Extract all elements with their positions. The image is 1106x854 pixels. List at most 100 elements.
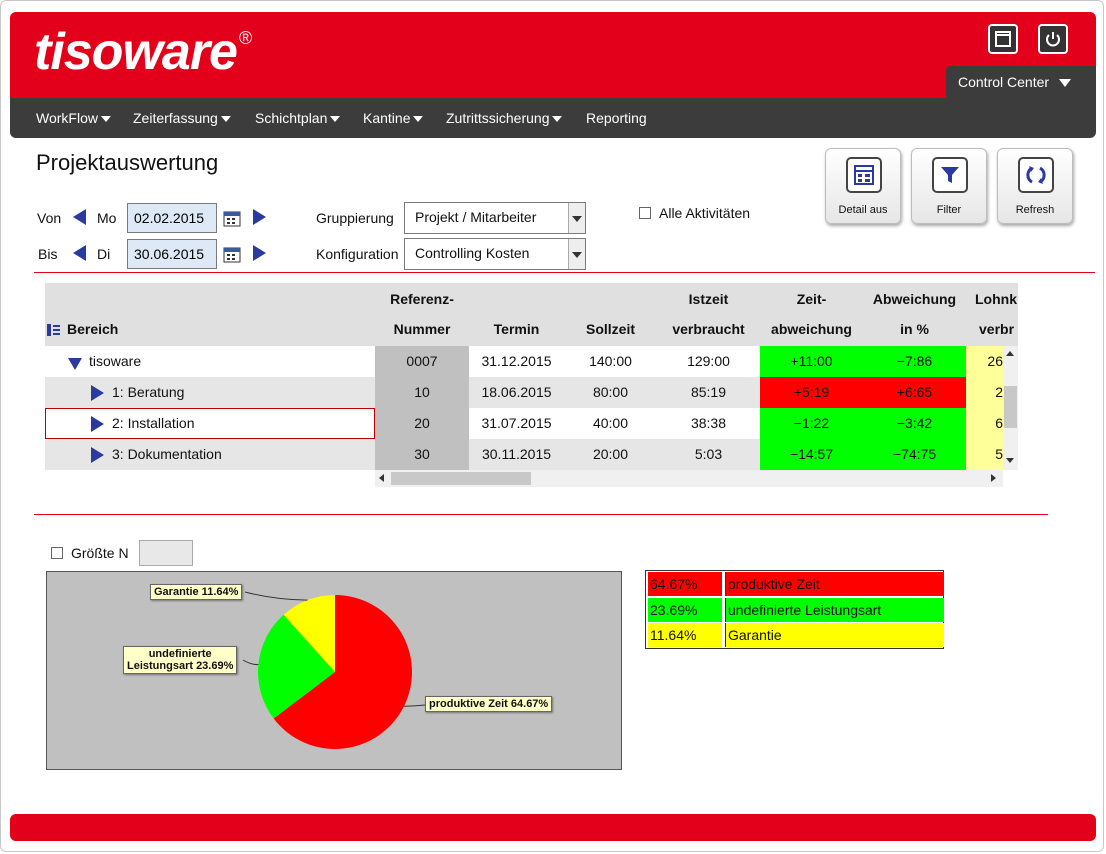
bis-date-input[interactable] [127,239,217,269]
detail-aus-button[interactable]: Detail aus [825,148,901,224]
scroll-thumb[interactable] [1004,386,1017,428]
header-sollzeit: Sollzeit [585,321,635,337]
legend-pct: 11.64% [648,623,722,647]
vertical-scrollbar[interactable] [1003,346,1018,470]
caret-down-icon [220,116,231,123]
row-name-cell: 3: Dokumentation [45,439,375,470]
konfiguration-select[interactable]: Controlling Kosten [404,238,586,270]
detail-icon [846,157,882,193]
page-title: Projektauswertung [36,150,219,175]
cell-abweichung: +6:65 [863,377,966,408]
divider [34,514,1048,515]
cell-abweichung: −74:75 [863,439,966,470]
horizontal-scrollbar[interactable] [375,470,1003,487]
gruppierung-select[interactable]: Projekt / Mitarbeiter [404,202,586,234]
cell-ist: 5:03 [657,439,760,470]
logout-button[interactable] [1038,24,1068,54]
legend-label: undefinierte Leistungsart [725,598,944,622]
nav-workflow[interactable]: WorkFlow [36,98,111,138]
cell-soll: 20:00 [564,439,657,470]
header-lohnkosten-1: Lohnk [975,291,1017,307]
von-prev-arrow-icon[interactable] [73,209,86,225]
calendar-icon[interactable] [223,245,241,263]
callout-garantie: Garantie 11.64% [150,584,243,600]
nav-schichtplan[interactable]: Schichtplan [255,98,341,138]
scroll-right-icon[interactable] [991,474,996,482]
legend-pct: 64.67% [648,572,722,596]
filter-label: Filter [936,204,962,216]
cell-lohn: 5 [966,439,1003,470]
cell-soll: 40:00 [564,408,657,439]
von-label: Von [37,210,62,226]
tree-expand-icon[interactable] [46,322,62,338]
cell-ref: 0007 [375,346,469,377]
legend-row: 11.64% Garantie [647,623,944,647]
refresh-button[interactable]: Refresh [997,148,1073,224]
cell-termin: 31.12.2015 [469,346,564,377]
konfiguration-label: Konfiguration [316,246,399,262]
cell-ist: 85:19 [657,377,760,408]
header-referenz-2: Nummer [393,321,451,337]
scroll-down-icon[interactable] [1006,458,1014,463]
bis-day-label: Di [97,246,111,262]
callout-leader-line [403,704,426,707]
header-zeitabw-1: Zeit- [796,291,827,307]
legend-label: Garantie [725,623,944,647]
calendar-icon[interactable] [223,209,241,227]
cell-termin: 18.06.2015 [469,377,564,408]
divider [34,272,1095,273]
von-day-label: Mo [97,210,117,226]
table-row-selected[interactable]: 2: Installation 20 31.07.2015 40:00 38:3… [45,408,1003,439]
tree-expand-arrow-icon[interactable] [91,385,104,401]
cell-ref: 30 [375,439,469,470]
groesste-n-input[interactable] [139,540,193,566]
von-next-arrow-icon[interactable] [253,209,266,225]
bis-label: Bis [38,246,58,262]
callout-undefinierte: undefinierte Leistungsart 23.69% [123,646,238,674]
groesste-n-checkbox[interactable] [51,547,63,559]
project-table: Bereich Referenz- Nummer Termin Sollzeit… [45,283,1018,487]
table-row[interactable]: 1: Beratung 10 18.06.2015 80:00 85:19 +5… [45,377,1003,408]
scroll-up-icon[interactable] [1006,351,1014,356]
cell-ist: 38:38 [657,408,760,439]
main-nav: WorkFlow Zeiterfassung Schichtplan Kanti… [10,98,1096,138]
cell-zeitabw: +11:00 [760,346,863,377]
cell-lohn: 2 [966,377,1003,408]
cell-termin: 30.11.2015 [469,439,564,470]
nav-reporting[interactable]: Reporting [586,98,647,138]
tree-collapse-icon[interactable] [68,358,82,370]
table-row[interactable]: 3: Dokumentation 30 30.11.2015 20:00 5:0… [45,439,1003,470]
nav-zeiterfassung[interactable]: Zeiterfassung [133,98,231,138]
refresh-icon [1018,157,1054,193]
chart-legend: 64.67% produktive Zeit 23.69% undefinier… [645,570,944,649]
tree-expand-arrow-icon[interactable] [91,447,104,463]
nav-zutrittssicherung[interactable]: Zutrittssicherung [446,98,563,138]
table-row[interactable]: tisoware 0007 31.12.2015 140:00 129:00 +… [45,346,1003,377]
control-center-menu[interactable]: Control Center [946,66,1096,98]
von-date-input[interactable] [127,203,217,233]
header-abweichung-2: in % [900,321,929,337]
scroll-thumb[interactable] [391,472,531,485]
nav-kantine[interactable]: Kantine [363,98,424,138]
scroll-left-icon[interactable] [379,474,384,482]
legend-pct: 23.69% [648,598,722,622]
cell-zeitabw: +5:19 [760,377,863,408]
gruppierung-label: Gruppierung [316,210,394,226]
cell-soll: 140:00 [564,346,657,377]
tisoware-logo: tisoware ® [34,23,252,81]
header-istzeit-2: verbraucht [672,321,745,337]
bis-prev-arrow-icon[interactable] [73,245,86,261]
window-toggle-button[interactable] [988,24,1018,54]
cell-ist: 129:00 [657,346,760,377]
callout-leader-line [242,659,259,666]
bis-next-arrow-icon[interactable] [253,245,266,261]
detail-aus-label: Detail aus [838,204,888,216]
table-header: Bereich Referenz- Nummer Termin Sollzeit… [45,283,1018,346]
control-center-label: Control Center [958,74,1050,90]
caret-down-icon [330,116,341,123]
filter-button[interactable]: Filter [911,148,987,224]
header-bereich[interactable]: Bereich [67,321,118,337]
cell-zeitabw: −14:57 [760,439,863,470]
alle-aktivitaeten-checkbox[interactable] [639,207,651,219]
callout-produktive-zeit: produktive Zeit 64.67% [425,696,553,712]
